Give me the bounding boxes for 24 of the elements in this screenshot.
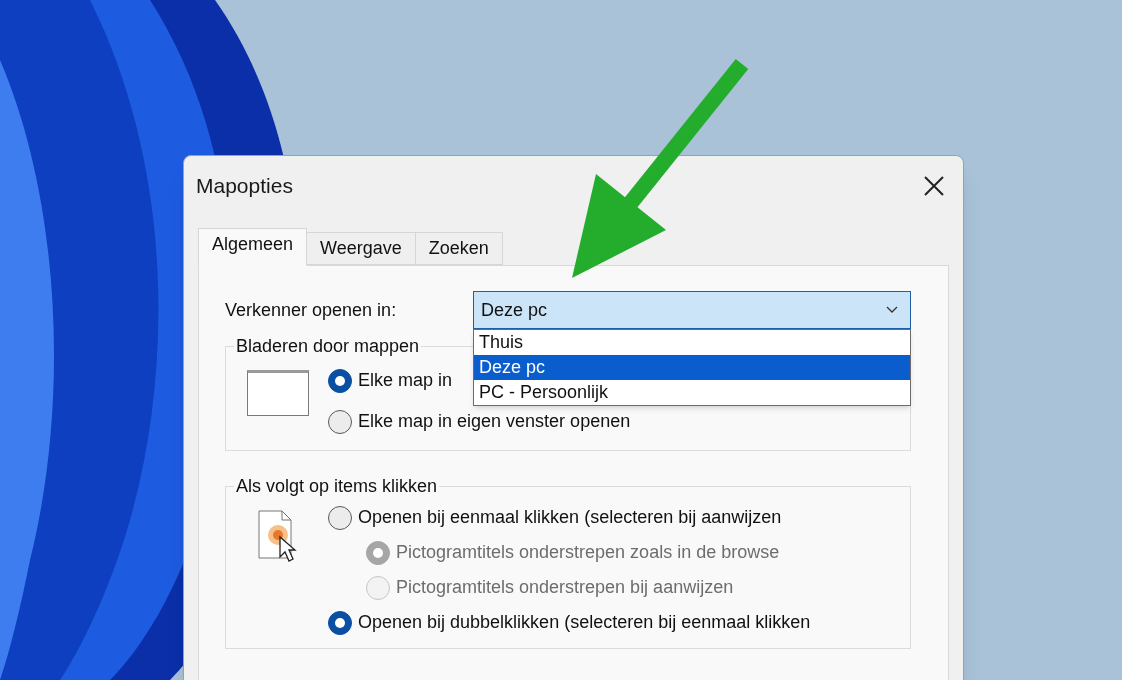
field-label: Verkenner openen in:: [225, 298, 398, 322]
group-title: Bladeren door mappen: [235, 335, 421, 358]
dropdown-option[interactable]: PC - Persoonlijk: [474, 380, 910, 405]
window-icon: [247, 370, 309, 416]
radio-button[interactable]: [328, 505, 352, 530]
close-icon[interactable]: [923, 175, 945, 197]
radio-label: Pictogramtitels onderstrepen zoals in de browse: [396, 541, 780, 564]
dropdown-option[interactable]: Thuis: [474, 330, 910, 355]
group-title: Als volgt op items klikken: [235, 475, 439, 498]
radio-label: Elke map in: [358, 369, 453, 392]
radio-label: Pictogramtitels onderstrepen bij aanwijzen: [396, 576, 734, 599]
chevron-down-icon: [886, 306, 898, 314]
tab[interactable]: Algemeen: [198, 228, 308, 266]
tab[interactable]: Zoeken: [414, 232, 503, 265]
radio-label: Openen bij dubbelklikken (selecteren bij eenmaal klikken: [358, 611, 811, 634]
radio-label: Openen bij eenmaal klikken (selecteren bij aanwijzen: [358, 506, 782, 529]
tab[interactable]: Weergave: [306, 232, 416, 265]
radio-button[interactable]: [328, 610, 352, 635]
radio-button[interactable]: [328, 368, 352, 393]
radio-label: Elke map in eigen venster openen: [358, 410, 631, 433]
dropdown-option[interactable]: Deze pc: [474, 355, 910, 380]
dropdown[interactable]: Deze pc: [473, 291, 911, 329]
window-title: Mapopties: [196, 173, 293, 200]
radio-button[interactable]: [328, 409, 352, 434]
